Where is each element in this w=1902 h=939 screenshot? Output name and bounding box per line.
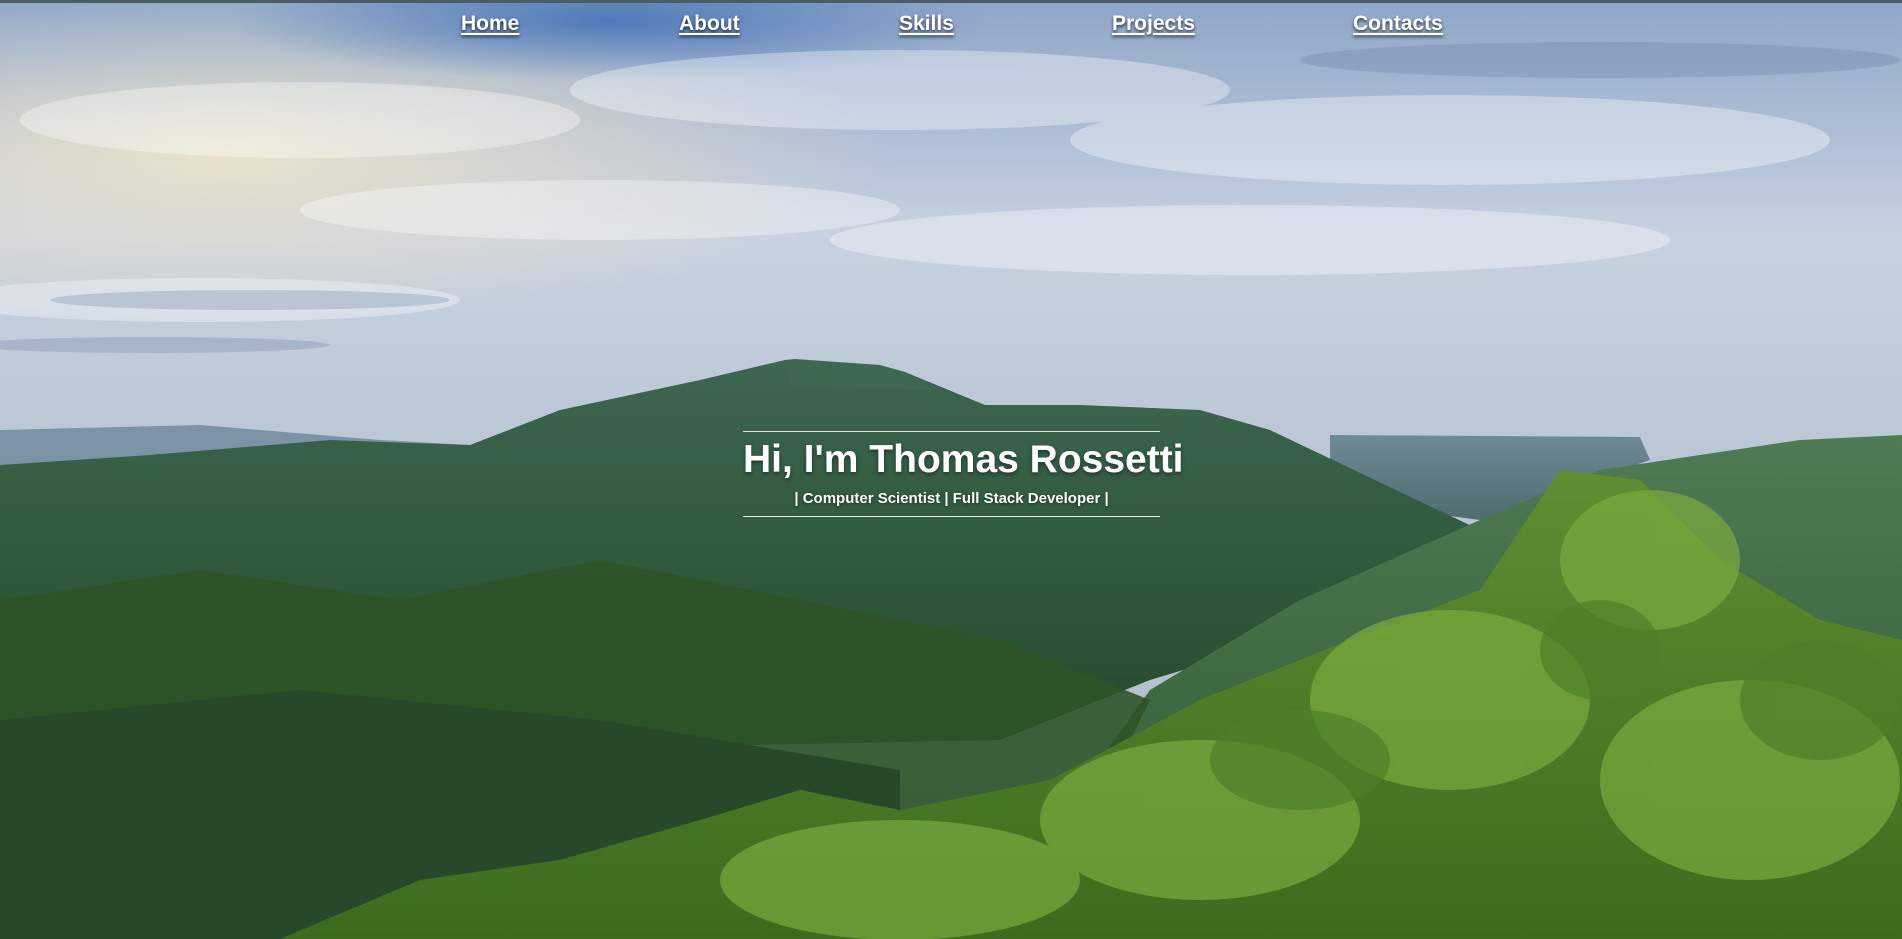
nav-link-home[interactable]: Home: [461, 12, 519, 36]
main-nav: Home About Skills Projects Contacts: [0, 12, 1902, 42]
hero-subtitle: | Computer Scientist | Full Stack Develo…: [794, 490, 1109, 507]
top-border: [0, 0, 1902, 3]
hero-title: Hi, I'm Thomas Rossetti: [743, 438, 1184, 481]
hero-bottom-divider: [743, 516, 1160, 517]
page: Home About Skills Projects Contacts Hi, …: [0, 0, 1902, 939]
hero-heading-block: Hi, I'm Thomas Rossetti | Computer Scien…: [743, 431, 1184, 517]
nav-link-about[interactable]: About: [679, 12, 740, 36]
nav-link-skills[interactable]: Skills: [899, 12, 954, 36]
hero-top-divider: [743, 431, 1160, 432]
nav-link-contacts[interactable]: Contacts: [1353, 12, 1443, 36]
nav-link-projects[interactable]: Projects: [1112, 12, 1195, 36]
